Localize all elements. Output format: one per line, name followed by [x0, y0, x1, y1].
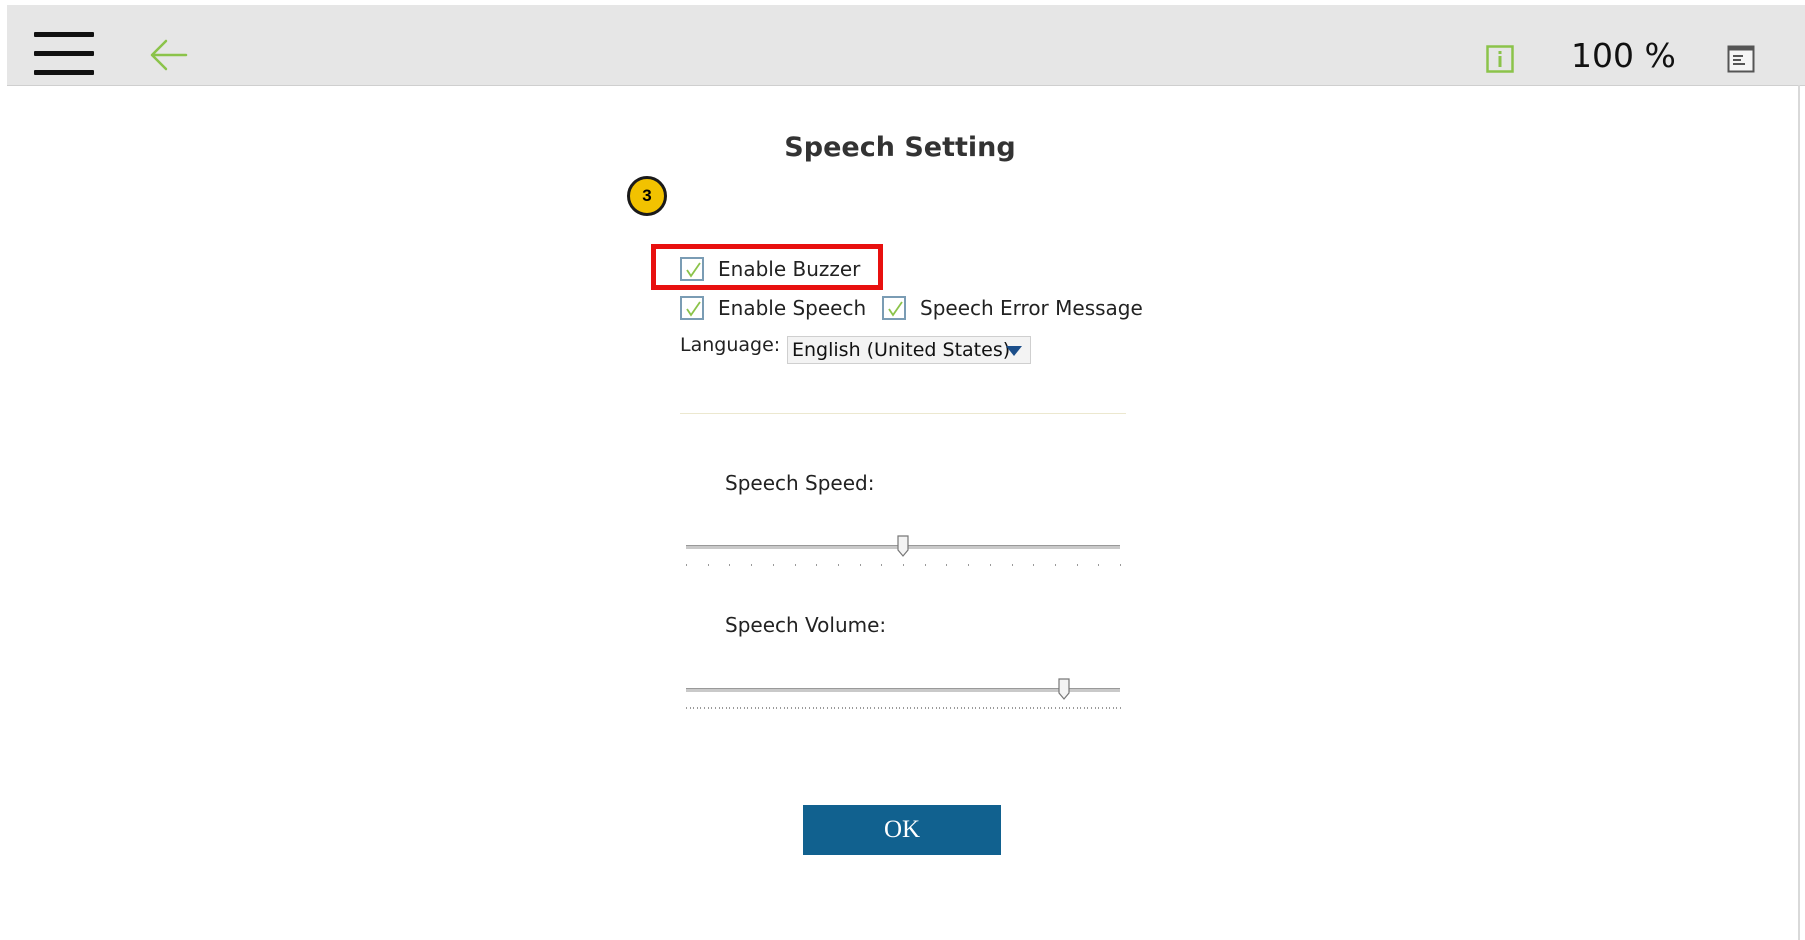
enable-speech-checkbox[interactable]: Enable Speech [680, 296, 866, 320]
speech-speed-label: Speech Speed: [725, 471, 875, 495]
checkbox-icon [882, 296, 906, 320]
enable-speech-label: Enable Speech [718, 296, 867, 320]
enable-buzzer-label: Enable Buzzer [718, 257, 861, 281]
scrollbar-edge [1798, 85, 1800, 940]
ok-button[interactable]: OK [803, 805, 1001, 855]
dropdown-arrow-icon [1006, 346, 1022, 356]
slider-ticks [686, 564, 1121, 566]
slider-thumb[interactable] [1057, 678, 1070, 700]
info-icon[interactable] [1486, 45, 1514, 73]
slider-ticks [686, 707, 1121, 709]
enable-buzzer-checkbox[interactable]: Enable Buzzer [680, 257, 860, 281]
speech-speed-slider[interactable] [686, 535, 1121, 575]
divider [680, 413, 1126, 414]
step-badge: 3 [627, 176, 667, 216]
page-title: Speech Setting [784, 132, 1016, 163]
language-value: English (United States) [792, 339, 1011, 361]
speech-error-message-checkbox[interactable]: Speech Error Message [882, 296, 1143, 320]
checkbox-icon [680, 296, 704, 320]
hamburger-menu-icon[interactable] [34, 32, 99, 78]
zoom-level: 100 % [1571, 36, 1676, 75]
checkbox-icon [680, 257, 704, 281]
speech-volume-label: Speech Volume: [725, 613, 887, 637]
speech-error-message-label: Speech Error Message [920, 296, 1143, 320]
top-toolbar: 100 % [7, 5, 1805, 86]
window-icon[interactable] [1727, 45, 1755, 73]
back-arrow-icon[interactable] [146, 35, 192, 75]
slider-track [686, 688, 1120, 692]
slider-thumb[interactable] [897, 535, 909, 557]
speech-volume-slider[interactable] [686, 678, 1121, 718]
language-label: Language: [680, 334, 781, 356]
language-select[interactable]: English (United States) [787, 336, 1031, 364]
